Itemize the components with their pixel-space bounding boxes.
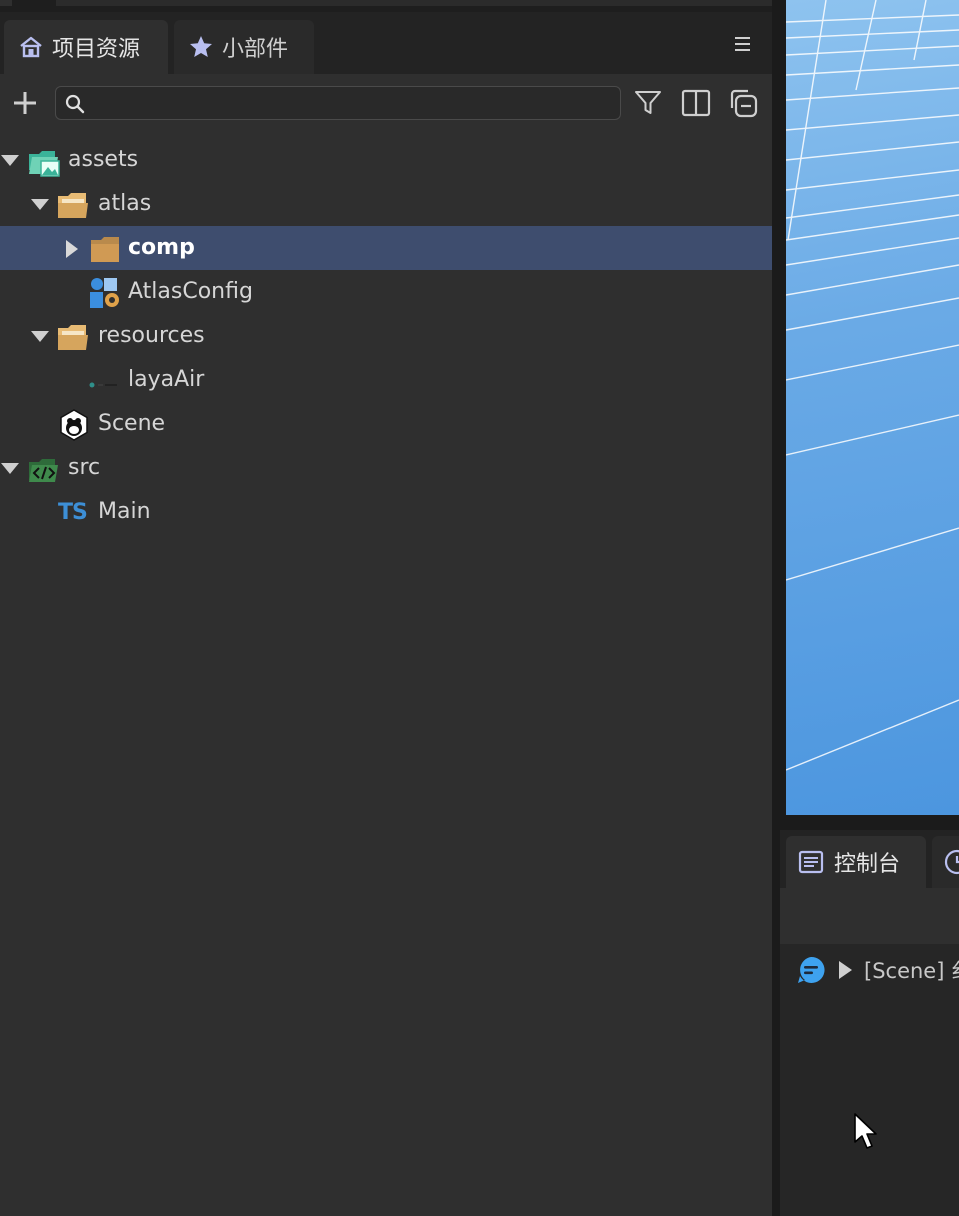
tree-item-assets[interactable]: assets <box>0 138 772 182</box>
image-folder-icon <box>29 151 60 177</box>
caret-down-icon[interactable] <box>0 151 20 171</box>
atlas-config-icon <box>90 278 119 308</box>
tree-item-label: AtlasConfig <box>128 279 253 304</box>
collapse-all-icon[interactable] <box>726 86 760 120</box>
home-icon <box>20 36 42 58</box>
tree-item-label: layaAir <box>128 367 205 392</box>
search-icon <box>65 94 85 114</box>
folder-open-icon <box>58 193 88 218</box>
add-icon[interactable] <box>10 88 40 118</box>
tree-item-atlasconfig[interactable]: AtlasConfig <box>0 270 772 314</box>
tree-item-label: resources <box>98 323 205 348</box>
tab-widgets[interactable]: 小部件 <box>174 20 314 74</box>
tree-item-layaair[interactable]: layaAir <box>0 358 772 402</box>
info-message-icon <box>798 956 825 983</box>
tree-item-comp[interactable]: comp <box>0 226 772 270</box>
scene-viewport[interactable] <box>786 0 959 815</box>
caret-right-icon[interactable] <box>62 239 82 259</box>
log-text: [Scene] 纟 <box>864 959 959 983</box>
laya-scene-icon <box>60 409 88 441</box>
tab-history[interactable] <box>932 836 959 888</box>
image-file-icon <box>89 382 117 388</box>
panel-splitter[interactable] <box>772 0 780 1216</box>
project-tabbar: 项目资源 小部件 <box>0 12 772 74</box>
caret-down-icon[interactable] <box>30 327 50 347</box>
caret-down-icon[interactable] <box>0 459 20 479</box>
tree-item-label: assets <box>68 147 139 172</box>
tree-item-label: src <box>68 455 101 480</box>
grid-overlay <box>786 0 959 771</box>
tab-console[interactable]: 控制台 <box>786 836 926 888</box>
tree-item-resources[interactable]: resources <box>0 314 772 358</box>
console-icon <box>798 850 824 874</box>
log-entry[interactable]: [Scene] 纟 <box>796 954 959 986</box>
tab-label: 控制台 <box>834 852 901 877</box>
tab-label: 项目资源 <box>52 37 141 62</box>
tree-item-src[interactable]: src <box>0 446 772 490</box>
folder-icon <box>91 237 119 262</box>
search-input[interactable] <box>92 91 616 117</box>
tree-item-label: comp <box>128 235 195 260</box>
caret-right-icon[interactable] <box>836 960 854 980</box>
folder-open-icon <box>58 325 88 350</box>
tab-project-assets[interactable]: 项目资源 <box>4 20 168 74</box>
clock-icon <box>944 849 959 875</box>
tree-item-label: Scene <box>98 411 166 436</box>
console-toolbar <box>780 888 959 944</box>
tree-item-scene[interactable]: Scene <box>0 402 772 446</box>
mouse-cursor-icon <box>854 1113 877 1149</box>
caret-down-icon[interactable] <box>30 195 50 215</box>
star-icon <box>190 36 212 57</box>
tab-label: 小部件 <box>222 37 289 62</box>
two-columns-icon[interactable] <box>680 88 712 118</box>
code-folder-icon <box>29 459 58 482</box>
tree-item-atlas[interactable]: atlas <box>0 182 772 226</box>
search-field[interactable] <box>55 86 621 120</box>
tree-item-label: atlas <box>98 191 152 216</box>
typescript-icon: TS <box>58 500 88 525</box>
filter-icon[interactable] <box>633 88 663 118</box>
top-strip <box>0 0 772 12</box>
menu-icon[interactable] <box>733 33 753 55</box>
tree-item-main[interactable]: TS Main <box>0 490 772 534</box>
tree-item-label: Main <box>98 499 151 524</box>
